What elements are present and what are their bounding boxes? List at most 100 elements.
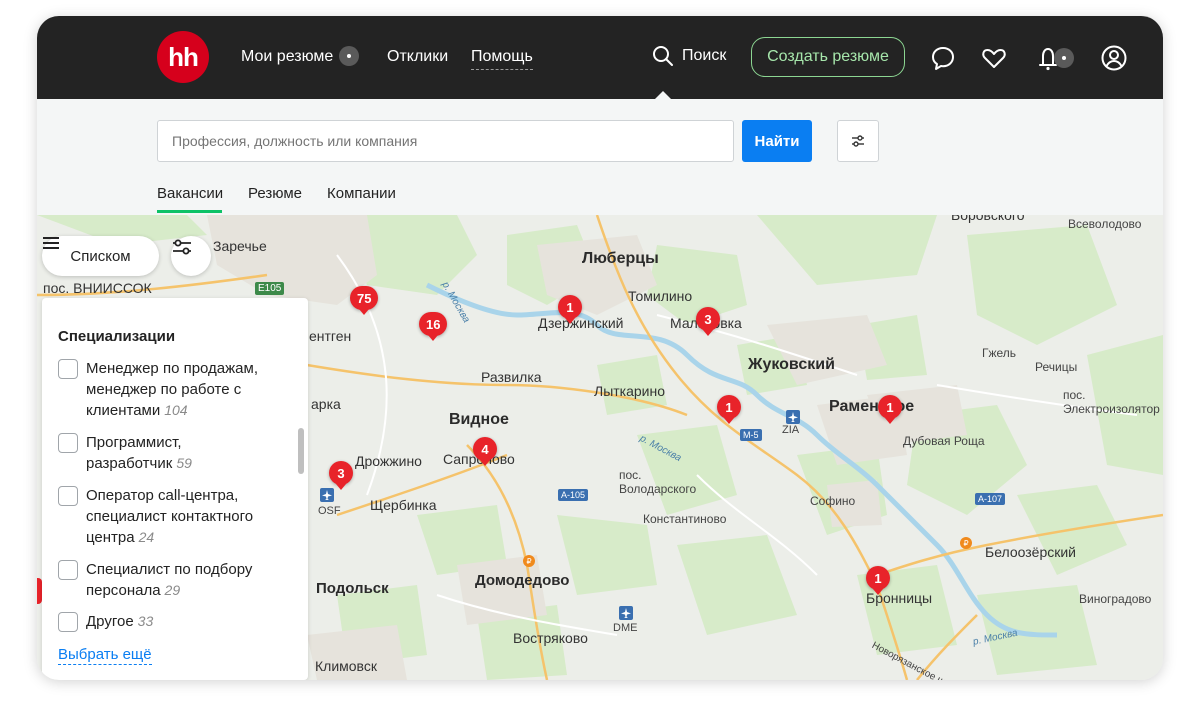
advanced-search-button[interactable] [837,120,879,162]
specializations-panel: Специализации Менеджер по продажам, мене… [42,298,308,680]
top-navigation-bar: hh Мои резюме Отклики Помощь Поиск Созда… [37,16,1163,99]
vacancy-cluster-marker[interactable]: 75 [350,286,379,315]
panel-scrollbar[interactable] [297,298,307,680]
tab-vacancies[interactable]: Вакансии [157,185,223,202]
map-label-shcherbinka: Щербинка [370,497,437,513]
checkbox[interactable] [58,612,78,632]
airport-icon [320,488,334,502]
hh-logo[interactable]: hh [157,31,209,83]
fuel-station-icon: ₽ [960,537,972,549]
vacancy-cluster-marker[interactable]: 3 [696,307,720,336]
specialization-label: Программист, разработчик [86,434,182,472]
heart-icon[interactable] [979,43,1009,73]
map-label-volodarsky: пос. Володарского [619,468,697,496]
profile-icon[interactable] [1099,43,1129,73]
map-label-vniissok: пос. ВНИИССОК [43,280,152,296]
svg-text:₽: ₽ [963,539,968,548]
map-label-borovskoe: Боровского [951,215,1025,223]
vacancy-map[interactable]: Заречье пос. ВНИИССОК E105 Люберцы Томил… [37,215,1163,680]
tab-companies[interactable]: Компании [327,185,396,202]
specialization-count: 59 [176,455,192,471]
dot-badge-icon [339,46,360,66]
map-label-vsevolodovo: Всеволодово [1068,217,1142,231]
map-label-gzhel: Гжель [982,346,1017,360]
specialization-programmer[interactable]: Программист, разработчик 59 [58,432,278,474]
fuel-station-icon: ₽ [523,555,535,567]
map-label-dubovaya-roshcha: Дубовая Роща [903,434,985,448]
specialization-count: 104 [164,402,188,418]
map-label-vostryakovo: Востряково [513,630,588,646]
vacancy-cluster-marker[interactable]: 3 [329,461,353,490]
map-label-rechitsy: Речицы [1035,360,1078,374]
map-label-zhukovsky: Жуковский [748,356,835,373]
vacancy-cluster-marker[interactable]: 16 [419,312,448,341]
map-label-a107: А-107 [975,493,1006,505]
settings-sliders-icon [852,135,864,147]
create-resume-button[interactable]: Создать резюме [751,37,905,77]
specialization-recruiter[interactable]: Специалист по подбору персонала 29 [58,559,278,601]
airport-icon [786,410,800,424]
vacancy-cluster-marker[interactable]: 4 [473,437,497,466]
map-label-lytkarino: Лыткарино [594,383,666,399]
specialization-count: 29 [164,582,181,598]
nav-responses[interactable]: Отклики [387,47,448,67]
map-label-dzerzhinsky: Дзержинский [538,315,624,331]
nav-help[interactable]: Помощь [471,47,533,70]
map-label-a105: А-105 [558,489,589,501]
map-label-konstantinovo: Константиново [643,512,727,526]
menu-icon [43,237,59,249]
map-label-razvilka: Развилка [481,369,542,385]
list-view-button[interactable]: Списком [42,236,159,276]
map-label-dme: DME [613,622,638,634]
map-filter-button[interactable] [171,236,211,276]
map-label-rentgen: ентген [309,328,352,344]
panel-scrollbar-thumb[interactable] [298,428,304,474]
map-label-klimovsk: Климовск [315,658,377,674]
vacancy-cluster-marker[interactable]: 1 [717,395,741,424]
specialization-count: 33 [137,613,154,629]
checkbox[interactable] [58,486,78,506]
header-search-label: Поиск [682,47,727,64]
filter-sliders-icon [173,239,191,255]
nav-my-resumes[interactable]: Мои резюме [241,46,360,67]
map-label-e105: E105 [255,282,285,295]
map-label-park: арка [311,396,341,412]
bell-icon[interactable] [1033,43,1077,73]
search-icon [653,46,673,66]
vacancy-cluster-marker[interactable]: 1 [866,566,890,595]
map-label-m5: М-5 [740,429,762,441]
chat-icon[interactable] [928,43,958,73]
specialization-count: 24 [138,529,155,545]
map-label-lyubertsy: Люберцы [582,250,659,267]
specialization-label: Оператор call-центра, специалист контакт… [86,487,254,546]
specialization-call-center[interactable]: Оператор call-центра, специалист контакт… [58,485,278,548]
checkbox[interactable] [58,359,78,379]
panel-title: Специализации [58,328,176,345]
map-label-vidnoe: Видное [449,411,509,428]
vacancy-cluster-marker[interactable]: 1 [558,295,582,324]
show-more-link[interactable]: Выбрать ещё [58,646,152,665]
airport-icon [619,606,633,620]
specialization-label: Другое [86,613,134,630]
map-label-elektroizolyator: пос. Электроизолятор [1063,388,1160,416]
tab-resumes[interactable]: Резюме [248,185,302,202]
map-label-drozhzhino: Дрожжино [355,453,422,469]
checkbox[interactable] [58,560,78,580]
svg-text:₽: ₽ [526,557,531,566]
map-label-tomilino: Томилино [628,288,693,304]
map-label-belozersky: Белоозёрский [985,544,1077,560]
search-input[interactable] [157,120,734,162]
list-view-label: Списком [70,247,131,265]
map-label-vinogradovo: Виноградово [1079,592,1152,606]
vacancy-cluster-marker[interactable]: 1 [878,395,902,424]
search-pointer-caret [655,91,671,99]
checkbox[interactable] [58,433,78,453]
specialization-other[interactable]: Другое 33 [58,611,278,632]
specialization-sales[interactable]: Менеджер по продажам, менеджер по работе… [58,358,278,421]
app-window: hh Мои резюме Отклики Помощь Поиск Созда… [37,16,1163,680]
active-tab-indicator [157,210,222,213]
map-label-osf: OSF [318,505,341,517]
find-button[interactable]: Найти [742,120,812,162]
search-section: Найти Вакансии Резюме Компании [37,99,1163,215]
header-search-button[interactable]: Поиск [652,45,726,67]
